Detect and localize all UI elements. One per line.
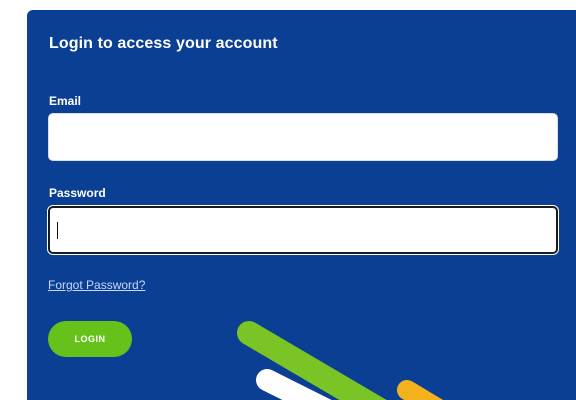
forgot-password-link[interactable]: Forgot Password?: [48, 278, 145, 292]
login-panel: Login to access your account Email Passw…: [27, 10, 576, 400]
white-stripe: [256, 369, 332, 400]
password-label: Password: [49, 186, 106, 200]
email-field[interactable]: [48, 113, 558, 161]
login-button[interactable]: LOGIN: [48, 321, 132, 357]
green-stripe: [237, 321, 387, 400]
text-cursor: [57, 222, 58, 239]
email-label: Email: [49, 94, 82, 108]
yellow-stripe: [397, 380, 444, 400]
password-field[interactable]: [48, 206, 558, 254]
login-title: Login to access your account: [49, 35, 278, 52]
